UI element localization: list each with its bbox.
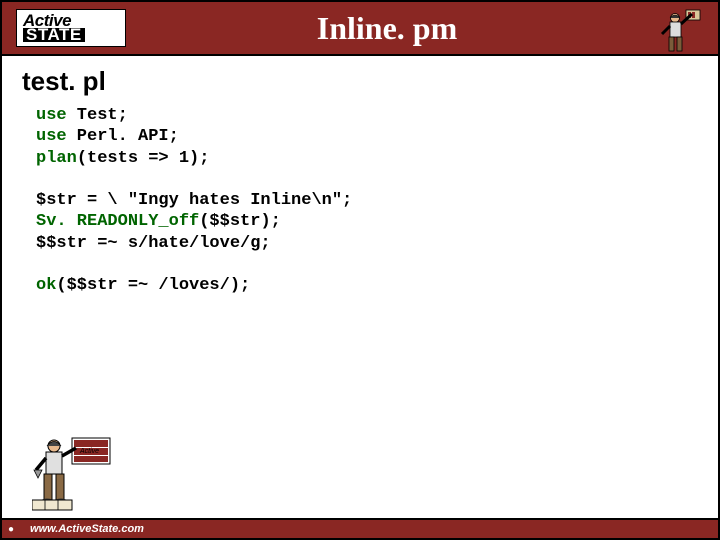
worker-figure-icon [656,4,708,54]
code-text: $$str =~ s/hate/love/g; [36,234,271,253]
header-bar: Active STATE Inline. pm [2,2,718,56]
code-filename: test. pl [22,66,718,97]
code-text: (tests => 1); [77,149,210,168]
slide-title: Inline. pm [126,10,718,47]
code-block: use Test; use Perl. API; plan(tests => 1… [36,105,718,296]
code-kw: use [36,106,67,125]
footer-bullet-icon: ● [8,524,14,535]
code-kw: Sv. READONLY_off [36,212,199,231]
code-kw: use [36,127,67,146]
code-text: Test; [67,106,128,125]
footer-bar: ● www.ActiveState.com [2,518,718,538]
code-kw: plan [36,149,77,168]
code-text: $str = \ "Ingy hates Inline\n"; [36,191,352,210]
svg-text:Active: Active [79,448,99,455]
bricklayer-figure-icon: Active [32,428,118,516]
footer-url: www.ActiveState.com [30,523,144,535]
code-text: ($$str); [199,212,281,231]
logo-line-2: STATE [23,28,85,42]
code-text: ($$str =~ /loves/); [56,276,250,295]
activestate-logo: Active STATE [16,9,126,47]
code-text: Perl. API; [67,127,179,146]
code-kw: ok [36,276,56,295]
